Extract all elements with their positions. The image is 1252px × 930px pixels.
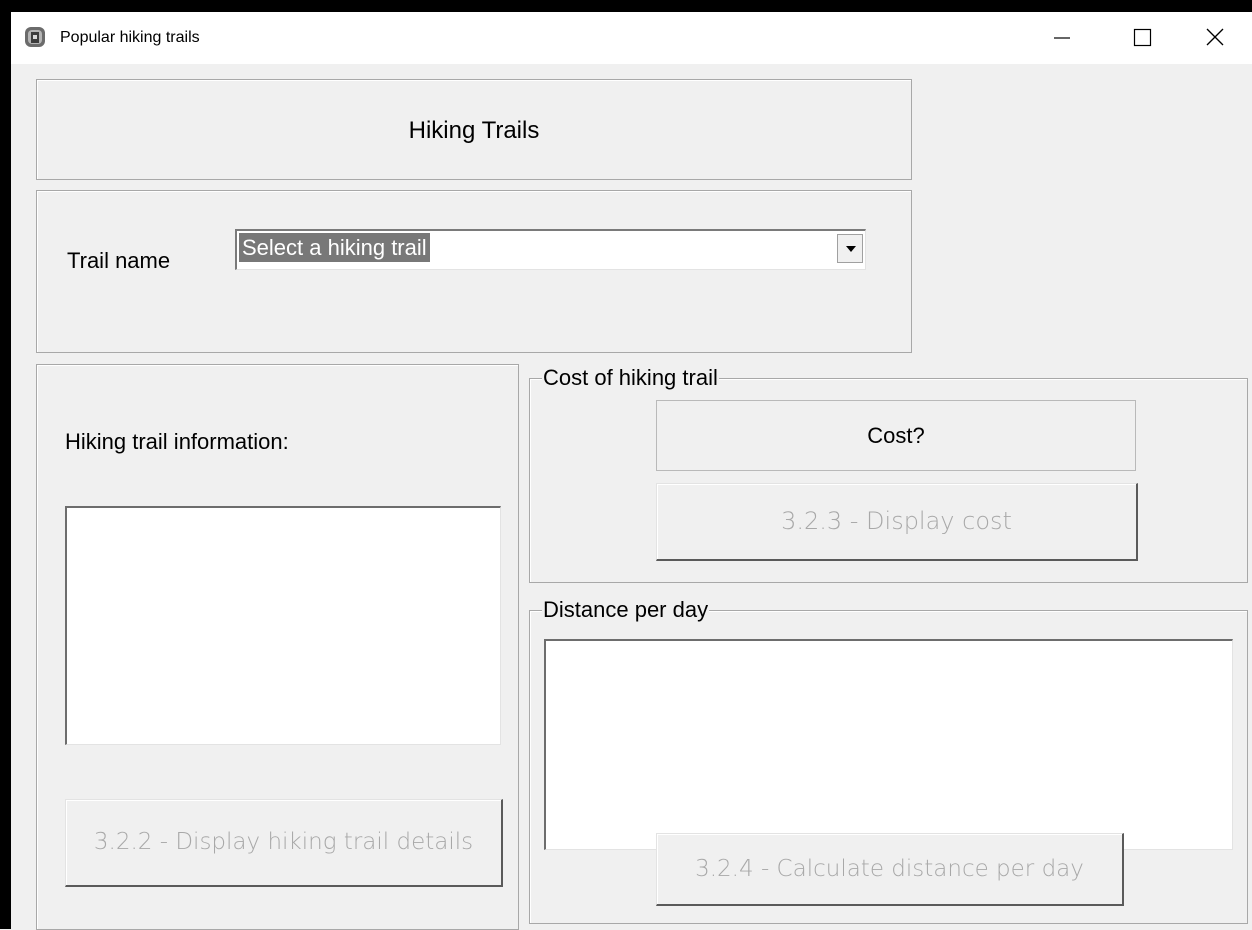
- trail-info-textbox[interactable]: [65, 506, 501, 745]
- app-icon: [24, 26, 46, 48]
- display-trail-details-button[interactable]: 3.2.2 - Display hiking trail details: [65, 799, 503, 887]
- distance-per-day-textbox[interactable]: [544, 639, 1233, 850]
- cost-group-legend: Cost of hiking trail: [542, 365, 719, 390]
- title-bar[interactable]: Popular hiking trails: [11, 12, 1252, 64]
- minimize-icon[interactable]: [1047, 22, 1077, 52]
- trail-name-dropdown[interactable]: Select a hiking trail: [235, 229, 866, 270]
- calculate-distance-button[interactable]: 3.2.4 - Calculate distance per day: [656, 833, 1124, 906]
- app-window: Popular hiking trails Hiking Trails Trai…: [0, 0, 1252, 930]
- window-border-top: [0, 0, 1252, 12]
- cost-group: Cost of hiking trail Cost? 3.2.3 - Displ…: [529, 366, 1248, 583]
- heading-panel: Hiking Trails: [36, 79, 912, 180]
- maximize-icon[interactable]: [1127, 22, 1157, 52]
- distance-group-legend: Distance per day: [542, 597, 710, 622]
- page-title: Hiking Trails: [408, 117, 540, 144]
- window-title: Popular hiking trails: [60, 29, 200, 46]
- trail-info-label: Hiking trail information:: [65, 429, 289, 454]
- cost-result-label: Cost?: [656, 400, 1136, 471]
- chevron-down-icon[interactable]: [837, 234, 863, 263]
- close-icon[interactable]: [1200, 22, 1230, 52]
- trail-name-selected-value[interactable]: Select a hiking trail: [239, 233, 430, 262]
- display-cost-button[interactable]: 3.2.3 - Display cost: [656, 483, 1138, 561]
- distance-group: Distance per day 3.2.4 - Calculate dista…: [529, 598, 1248, 924]
- trail-selector-panel: Trail name Select a hiking trail: [36, 190, 912, 353]
- trail-info-panel: Hiking trail information: 3.2.2 - Displa…: [36, 364, 519, 930]
- trail-name-label: Trail name: [67, 248, 171, 273]
- window-border-left: [0, 0, 11, 929]
